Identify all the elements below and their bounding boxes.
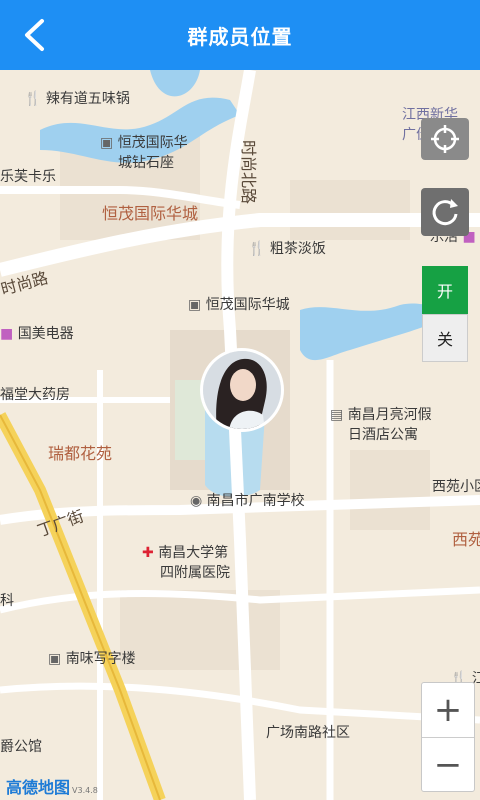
toggle-off-button[interactable]: 关 — [422, 314, 468, 362]
avatar-photo — [203, 351, 281, 429]
label-lefu-kale: 乐芙卡乐 — [0, 169, 56, 185]
label-xiyuan: 西苑小区 — [432, 479, 480, 495]
hotel-icon: ▤ — [330, 407, 344, 423]
poi-la-you-dao[interactable]: 🍴 辣有道五味锅 — [24, 88, 130, 108]
refresh-icon — [432, 199, 458, 226]
poi-hengmao-zuanshi[interactable]: ▣ 恒茂国际华 城钻石座 — [100, 132, 188, 172]
poi-hengmao-small[interactable]: ▣ 恒茂国际华城 — [188, 294, 290, 314]
locate-button[interactable] — [421, 118, 469, 160]
zoom-in-button[interactable]: + — [422, 683, 474, 737]
label-futang: 福堂大药房 — [0, 387, 70, 403]
label-jue: 爵公馆 — [0, 739, 42, 755]
poi-cu-cha[interactable]: 🍴 粗茶淡饭 — [248, 238, 326, 258]
area-ruidu: 瑞都花苑 — [48, 444, 113, 463]
area-hengmao: 恒茂国际华城 — [102, 204, 199, 223]
label-guangchang: 广场南路社区 — [266, 725, 350, 741]
shop-icon: ■ — [0, 326, 14, 342]
member-avatar-marker[interactable] — [200, 348, 284, 432]
back-button[interactable] — [14, 14, 54, 56]
area-xi: 西苑 — [452, 530, 480, 549]
poi-hospital[interactable]: ✚ 南昌大学第 四附属医院 — [142, 542, 230, 582]
zoom-control: + − — [421, 682, 475, 792]
chevron-left-icon — [25, 19, 44, 51]
poi-guomei[interactable]: ■ 国美电器 — [0, 323, 74, 343]
road-shishang-north: 时尚北路 — [239, 140, 258, 205]
zoom-out-button[interactable]: − — [422, 738, 474, 792]
poi-nanwei[interactable]: ▣ 南味写字楼 — [48, 648, 136, 668]
page-title: 群成员位置 — [187, 24, 293, 49]
crosshair-icon — [431, 125, 459, 153]
school-icon: ◉ — [190, 493, 203, 509]
building-icon: ▣ — [100, 135, 114, 151]
amap-logo: 高德地图 V3.4.8 — [6, 778, 98, 797]
label-ke: 科 — [0, 593, 14, 609]
toggle-on-button[interactable]: 开 — [422, 266, 468, 314]
map-view[interactable]: 🍴 辣有道五味锅 ▣ 恒茂国际华 城钻石座 乐芙卡乐 恒茂国际华城 🍴 粗茶淡饭… — [0, 70, 480, 800]
building-icon: ▣ — [48, 651, 62, 667]
restaurant-icon: 🍴 — [24, 91, 42, 107]
restaurant-icon: 🍴 — [248, 241, 266, 257]
header-bar: 群成员位置 — [0, 0, 480, 70]
poi-yueliang[interactable]: ▤ 南昌月亮河假 日酒店公寓 — [330, 404, 432, 444]
poi-guangnan[interactable]: ◉ 南昌市广南学校 — [190, 490, 305, 510]
refresh-button[interactable] — [421, 188, 469, 236]
building-icon: ▣ — [188, 297, 202, 313]
hospital-icon: ✚ — [142, 545, 154, 561]
